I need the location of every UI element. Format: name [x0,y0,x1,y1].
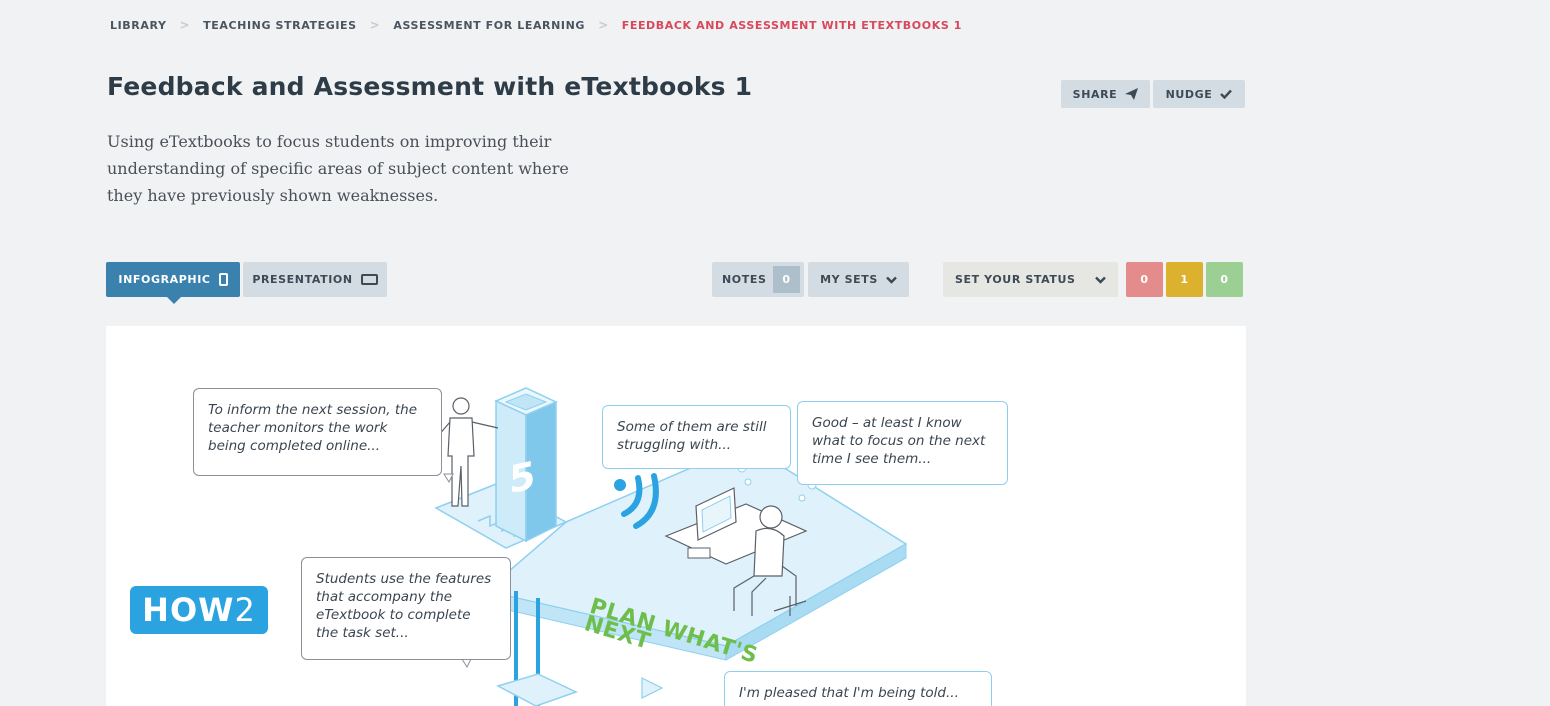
notes-count-badge: 0 [773,266,800,293]
nudge-button[interactable]: NUDGE [1153,80,1245,108]
tab-infographic[interactable]: INFOGRAPHIC [106,262,240,304]
notes-label: NOTES [722,273,767,286]
checkmark-icon [1220,89,1233,99]
tab-presentation-label: PRESENTATION [252,273,353,286]
nudge-label: NUDGE [1165,87,1213,101]
page-title: Feedback and Assessment with eTextbooks … [107,72,753,101]
speech-bubble-good: Good – at least I know what to focus on … [797,401,1008,485]
share-label: SHARE [1072,87,1118,101]
speech-bubble-pleased: I'm pleased that I'm being told... [724,671,992,706]
status-green-count[interactable]: 0 [1206,262,1243,297]
breadcrumb-current: FEEDBACK AND ASSESSMENT WITH ETEXTBOOKS … [621,18,963,32]
phone-icon [218,273,228,286]
paper-plane-icon [1125,88,1139,100]
status-red-count[interactable]: 0 [1126,262,1163,297]
breadcrumb-separator: > [598,18,609,32]
page-description: Using eTextbooks to focus students on im… [107,132,569,205]
breadcrumb-item-assessment-for-learning[interactable]: ASSESSMENT FOR LEARNING [393,19,585,32]
speech-bubble-teacher: To inform the next session, the teacher … [193,388,442,476]
breadcrumb-separator: > [179,18,191,32]
breadcrumb: LIBRARY > TEACHING STRATEGIES > ASSESSME… [110,18,962,32]
share-button[interactable]: SHARE [1061,80,1150,108]
speech-bubble-students: Students use the features that accompany… [301,557,511,660]
isometric-illustration: 5 [434,387,908,706]
set-status-dropdown[interactable]: SET YOUR STATUS [943,262,1118,297]
how2-logo: HOW 2 [130,586,268,634]
status-yellow-count[interactable]: 1 [1166,262,1203,297]
my-sets-dropdown[interactable]: MY SETS [808,262,909,297]
how2-logo-number: 2 [234,591,256,629]
breadcrumb-separator: > [369,18,381,32]
tab-presentation[interactable]: PRESENTATION [243,262,387,297]
screen-icon [360,274,378,285]
breadcrumb-item-library[interactable]: LIBRARY [110,19,167,32]
svg-text:5: 5 [509,453,535,503]
set-status-label: SET YOUR STATUS [955,273,1076,286]
how2-logo-text: HOW [142,591,235,629]
my-sets-label: MY SETS [820,273,878,286]
chevron-down-icon [1095,276,1106,284]
infographic-panel[interactable]: 5 To inform the next session, the teache… [106,326,1246,706]
chevron-down-icon [886,276,897,284]
tab-infographic-label: INFOGRAPHIC [118,273,211,286]
speech-bubble-struggling: Some of them are still struggling with..… [602,405,791,469]
notes-button[interactable]: NOTES 0 [712,262,804,297]
breadcrumb-item-teaching-strategies[interactable]: TEACHING STRATEGIES [203,19,357,32]
